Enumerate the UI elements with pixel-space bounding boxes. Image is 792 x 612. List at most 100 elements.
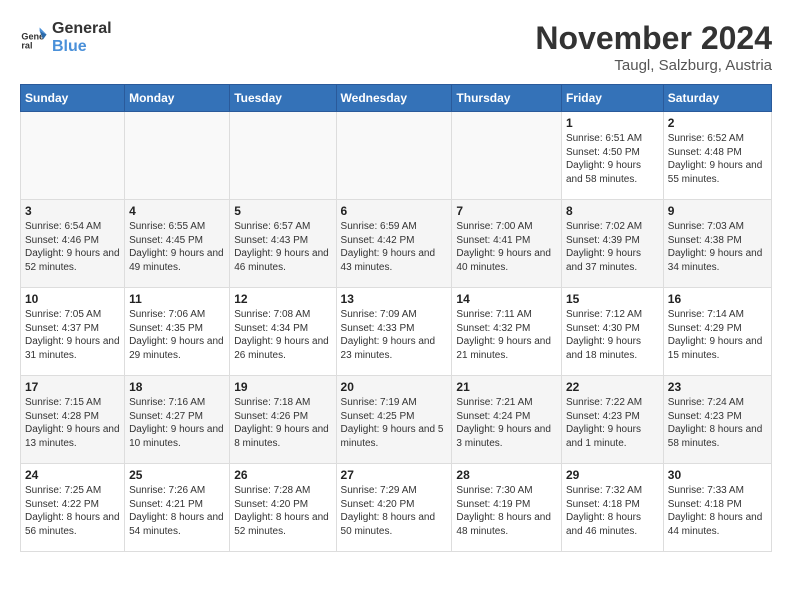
calendar-cell: 11Sunrise: 7:06 AM Sunset: 4:35 PM Dayli… [125, 288, 230, 376]
day-info: Sunrise: 6:54 AM Sunset: 4:46 PM Dayligh… [25, 220, 120, 274]
calendar-cell: 20Sunrise: 7:19 AM Sunset: 4:25 PM Dayli… [336, 376, 452, 464]
day-number: 12 [234, 292, 331, 306]
calendar-cell: 25 Sunrise: 7:26 AM Sunset: 4:21 PM Dayli… [125, 464, 230, 552]
calendar-cell: 22 Sunrise: 7:22 AM Sunset: 4:23 PM Dayli… [561, 376, 663, 464]
calendar-cell: 8Sunrise: 7:02 AM Sunset: 4:39 PM Daylig… [561, 200, 663, 288]
week-row-1: 1 Sunrise: 6:51 AM Sunset: 4:50 PM Daylig… [21, 112, 772, 200]
day-info: Sunrise: 7:22 AM Sunset: 4:23 PM Dayligh… [566, 396, 659, 450]
day-number: 27 [341, 468, 448, 482]
day-info: Sunrise: 6:57 AM Sunset: 4:43 PM Dayligh… [234, 220, 331, 274]
day-number: 16 [668, 292, 767, 306]
day-info: Sunrise: 7:06 AM Sunset: 4:35 PM Dayligh… [129, 308, 225, 362]
calendar-cell: 2Sunrise: 6:52 AM Sunset: 4:48 PM Daylig… [663, 112, 771, 200]
day-number: 9 [668, 204, 767, 218]
day-number: 15 [566, 292, 659, 306]
day-info: Sunrise: 7:28 AM Sunset: 4:20 PM Dayligh… [234, 484, 331, 538]
day-number: 5 [234, 204, 331, 218]
day-number: 7 [456, 204, 557, 218]
day-info: Sunrise: 6:55 AM Sunset: 4:45 PM Dayligh… [129, 220, 225, 274]
day-number: 28 [456, 468, 557, 482]
month-year-title: November 2024 [535, 20, 772, 57]
day-info: Sunrise: 7:11 AM Sunset: 4:32 PM Dayligh… [456, 308, 557, 362]
title-area: November 2024 Taugl, Salzburg, Austria [535, 20, 772, 74]
day-info: Sunrise: 7:03 AM Sunset: 4:38 PM Dayligh… [668, 220, 767, 274]
calendar-cell [452, 112, 562, 200]
day-info: Sunrise: 6:59 AM Sunset: 4:42 PM Dayligh… [341, 220, 448, 274]
day-number: 30 [668, 468, 767, 482]
day-info: Sunrise: 7:30 AM Sunset: 4:19 PM Dayligh… [456, 484, 557, 538]
calendar-cell: 24Sunrise: 7:25 AM Sunset: 4:22 PM Dayli… [21, 464, 125, 552]
day-number: 13 [341, 292, 448, 306]
day-info: Sunrise: 7:21 AM Sunset: 4:24 PM Dayligh… [456, 396, 557, 450]
day-info: Sunrise: 7:18 AM Sunset: 4:26 PM Dayligh… [234, 396, 331, 450]
calendar-cell: 9 Sunrise: 7:03 AM Sunset: 4:38 PM Daylig… [663, 200, 771, 288]
day-info: Sunrise: 7:14 AM Sunset: 4:29 PM Dayligh… [668, 308, 767, 362]
day-info: Sunrise: 6:52 AM Sunset: 4:48 PM Dayligh… [668, 132, 767, 186]
day-info: Sunrise: 7:00 AM Sunset: 4:41 PM Dayligh… [456, 220, 557, 274]
day-number: 20 [341, 380, 448, 394]
logo: Gene ral General Blue [20, 20, 112, 55]
calendar-cell: 29Sunrise: 7:32 AM Sunset: 4:18 PM Dayli… [561, 464, 663, 552]
day-number: 21 [456, 380, 557, 394]
day-number: 17 [25, 380, 120, 394]
week-row-4: 17Sunrise: 7:15 AM Sunset: 4:28 PM Dayli… [21, 376, 772, 464]
day-info: Sunrise: 7:16 AM Sunset: 4:27 PM Dayligh… [129, 396, 225, 450]
weekday-header-saturday: Saturday [663, 85, 771, 112]
calendar-cell: 18 Sunrise: 7:16 AM Sunset: 4:27 PM Dayli… [125, 376, 230, 464]
day-number: 25 [129, 468, 225, 482]
calendar-cell: 13Sunrise: 7:09 AM Sunset: 4:33 PM Dayli… [336, 288, 452, 376]
day-info: Sunrise: 7:32 AM Sunset: 4:18 PM Dayligh… [566, 484, 659, 538]
weekday-header-friday: Friday [561, 85, 663, 112]
week-row-3: 10 Sunrise: 7:05 AM Sunset: 4:37 PM Dayli… [21, 288, 772, 376]
weekday-header-monday: Monday [125, 85, 230, 112]
day-info: Sunrise: 7:02 AM Sunset: 4:39 PM Dayligh… [566, 220, 659, 274]
day-number: 6 [341, 204, 448, 218]
calendar-cell: 17Sunrise: 7:15 AM Sunset: 4:28 PM Dayli… [21, 376, 125, 464]
day-info: Sunrise: 7:12 AM Sunset: 4:30 PM Dayligh… [566, 308, 659, 362]
day-info: Sunrise: 7:33 AM Sunset: 4:18 PM Dayligh… [668, 484, 767, 538]
calendar-cell: 26 Sunrise: 7:28 AM Sunset: 4:20 PM Dayli… [230, 464, 336, 552]
header-area: Gene ral General Blue November 2024 Taug… [20, 20, 772, 74]
weekday-header-sunday: Sunday [21, 85, 125, 112]
calendar-cell [125, 112, 230, 200]
calendar-cell: 21 Sunrise: 7:21 AM Sunset: 4:24 PM Dayli… [452, 376, 562, 464]
day-number: 23 [668, 380, 767, 394]
calendar-cell: 12 Sunrise: 7:08 AM Sunset: 4:34 PM Dayli… [230, 288, 336, 376]
calendar-cell: 30 Sunrise: 7:33 AM Sunset: 4:18 PM Dayli… [663, 464, 771, 552]
svg-text:ral: ral [21, 40, 32, 50]
day-number: 10 [25, 292, 120, 306]
weekday-header-wednesday: Wednesday [336, 85, 452, 112]
day-number: 14 [456, 292, 557, 306]
week-row-2: 3Sunrise: 6:54 AM Sunset: 4:46 PM Daylig… [21, 200, 772, 288]
weekday-header-row: SundayMondayTuesdayWednesdayThursdayFrid… [21, 85, 772, 112]
logo-text-line1: General [52, 20, 112, 38]
calendar-cell: 6 Sunrise: 6:59 AM Sunset: 4:42 PM Daylig… [336, 200, 452, 288]
day-info: Sunrise: 6:51 AM Sunset: 4:50 PM Dayligh… [566, 132, 659, 186]
logo-text-line2: Blue [52, 38, 112, 56]
day-number: 18 [129, 380, 225, 394]
calendar-cell: 1 Sunrise: 6:51 AM Sunset: 4:50 PM Daylig… [561, 112, 663, 200]
calendar-cell: 19 Sunrise: 7:18 AM Sunset: 4:26 PM Dayli… [230, 376, 336, 464]
day-info: Sunrise: 7:29 AM Sunset: 4:20 PM Dayligh… [341, 484, 448, 538]
day-number: 1 [566, 116, 659, 130]
calendar-cell: 10 Sunrise: 7:05 AM Sunset: 4:37 PM Dayli… [21, 288, 125, 376]
day-info: Sunrise: 7:05 AM Sunset: 4:37 PM Dayligh… [25, 308, 120, 362]
calendar-body: 1 Sunrise: 6:51 AM Sunset: 4:50 PM Daylig… [21, 112, 772, 552]
calendar-cell [230, 112, 336, 200]
calendar-cell: 7 Sunrise: 7:00 AM Sunset: 4:41 PM Daylig… [452, 200, 562, 288]
calendar-cell: 15 Sunrise: 7:12 AM Sunset: 4:30 PM Dayli… [561, 288, 663, 376]
calendar-cell: 3Sunrise: 6:54 AM Sunset: 4:46 PM Daylig… [21, 200, 125, 288]
calendar-cell: 23 Sunrise: 7:24 AM Sunset: 4:23 PM Dayli… [663, 376, 771, 464]
weekday-header-tuesday: Tuesday [230, 85, 336, 112]
calendar-cell: 16 Sunrise: 7:14 AM Sunset: 4:29 PM Dayli… [663, 288, 771, 376]
day-info: Sunrise: 7:24 AM Sunset: 4:23 PM Dayligh… [668, 396, 767, 450]
day-number: 26 [234, 468, 331, 482]
logo-icon: Gene ral [20, 24, 48, 52]
day-number: 19 [234, 380, 331, 394]
day-number: 22 [566, 380, 659, 394]
day-info: Sunrise: 7:08 AM Sunset: 4:34 PM Dayligh… [234, 308, 331, 362]
calendar-cell: 28 Sunrise: 7:30 AM Sunset: 4:19 PM Dayli… [452, 464, 562, 552]
calendar-table: SundayMondayTuesdayWednesdayThursdayFrid… [20, 84, 772, 552]
day-info: Sunrise: 7:26 AM Sunset: 4:21 PM Dayligh… [129, 484, 225, 538]
calendar-cell: 5 Sunrise: 6:57 AM Sunset: 4:43 PM Daylig… [230, 200, 336, 288]
